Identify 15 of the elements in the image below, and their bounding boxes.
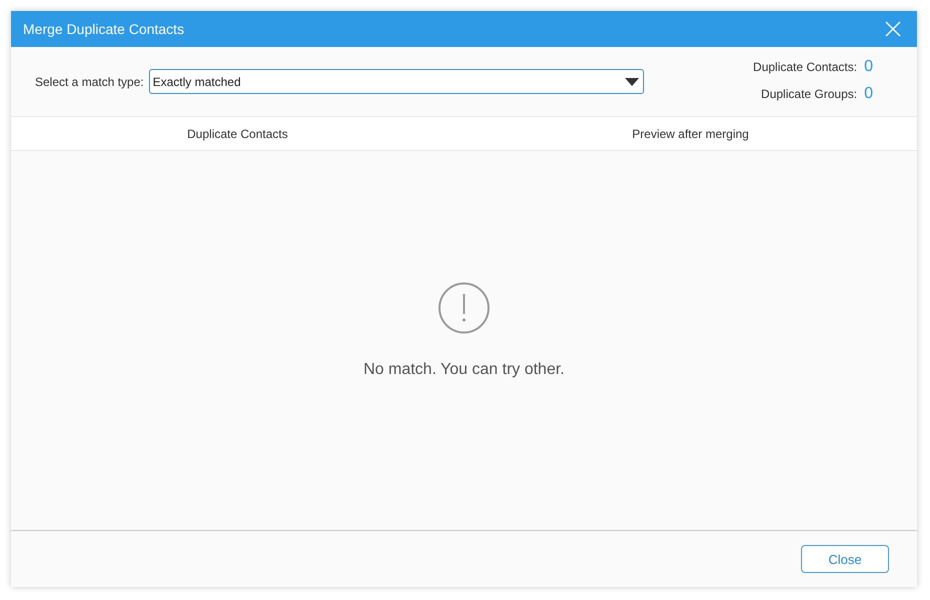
column-title: Duplicate Contacts (187, 126, 288, 140)
window-title: Merge Duplicate Contacts (23, 21, 184, 37)
match-type-value: Exactly matched (152, 74, 241, 88)
match-type-dropdown[interactable]: Exactly matched (148, 69, 644, 94)
empty-message: No match. You can try other. (363, 361, 564, 379)
column-title: Preview after merging (632, 126, 749, 140)
close-dialog-button[interactable]: Close (801, 545, 889, 573)
match-type-label: Select a match type: (35, 74, 144, 88)
stat-label: Duplicate Contacts: (753, 60, 858, 74)
caret-icon (624, 78, 639, 86)
warning-icon (438, 282, 490, 334)
stat-value: 0 (864, 58, 873, 76)
stat-value: 0 (864, 85, 873, 103)
close-icon (885, 21, 901, 37)
stat-label: Duplicate Groups: (761, 87, 858, 101)
